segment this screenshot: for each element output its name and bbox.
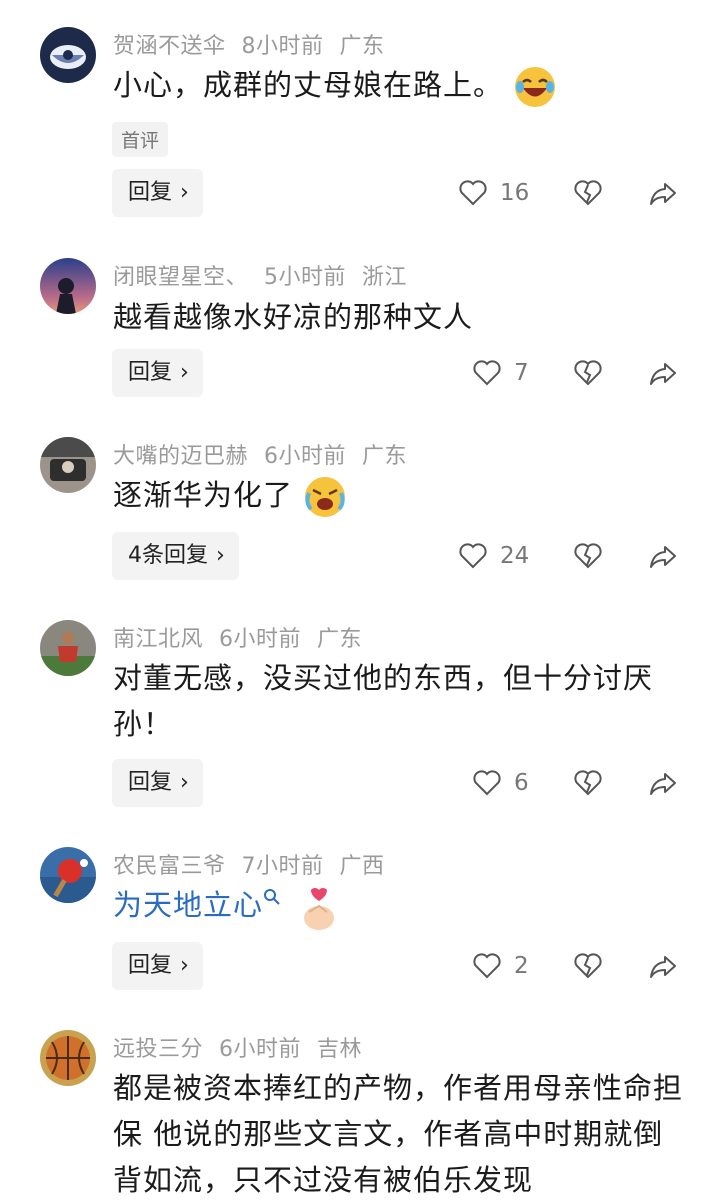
location: 广东 [362, 444, 408, 469]
reply-button[interactable]: 回复 › [112, 349, 203, 397]
location: 广西 [339, 854, 385, 879]
avatar[interactable] [40, 27, 96, 83]
timestamp: 6小时前 [219, 1037, 302, 1062]
reply-button[interactable]: 回复 › [112, 942, 203, 990]
username[interactable]: 南江北风 [113, 627, 203, 652]
broken-heart-icon[interactable] [573, 358, 603, 388]
share-icon[interactable] [648, 951, 678, 981]
finger-heart-emoji-icon [304, 888, 335, 930]
laughing-emoji-icon [515, 67, 556, 107]
share-icon[interactable] [648, 768, 678, 798]
first-comment-badge: 首评 [112, 122, 169, 157]
username[interactable]: 闭眼望星空、 [113, 265, 248, 290]
comment-meta: 大嘴的迈巴赫 6小时前 广东 [113, 438, 423, 470]
username[interactable]: 农民富三爷 [113, 854, 226, 879]
like-button[interactable]: 6 [472, 768, 529, 798]
username[interactable]: 大嘴的迈巴赫 [113, 444, 248, 469]
location: 吉林 [317, 1037, 363, 1062]
like-button[interactable]: 2 [472, 951, 529, 981]
comment-text: 对董无感，没买过他的东西，但十分讨厌孙！ [113, 661, 654, 741]
comment-text: 逐渐华为化了 [113, 472, 693, 519]
heart-icon [473, 770, 501, 796]
chevron-right-icon: › [180, 180, 189, 205]
chevron-right-icon: › [180, 770, 189, 795]
timestamp: 6小时前 [219, 627, 302, 652]
reply-button[interactable]: 回复 › [112, 759, 203, 807]
avatar[interactable] [40, 258, 96, 314]
avatar[interactable] [40, 437, 96, 493]
comment-text: 小心，成群的丈母娘在路上。 [113, 62, 693, 109]
location: 浙江 [362, 265, 408, 290]
like-count: 7 [514, 360, 529, 386]
chevron-right-icon: › [180, 953, 189, 978]
broken-heart-icon[interactable] [573, 951, 603, 981]
search-link[interactable]: 为天地立心 [113, 888, 263, 922]
username[interactable]: 贺涵不送伞 [113, 34, 226, 59]
avatar[interactable] [40, 620, 96, 676]
comment-text: 越看越像水好凉的那种文人 [113, 300, 474, 334]
broken-heart-icon[interactable] [573, 768, 603, 798]
like-count: 6 [514, 770, 529, 796]
like-button[interactable]: 24 [458, 541, 529, 571]
heart-icon [459, 180, 487, 206]
like-count: 24 [500, 543, 530, 569]
heart-icon [473, 953, 501, 979]
comment-meta: 闭眼望星空、 5小时前 浙江 [113, 259, 423, 291]
comment-text: 都是被资本捧红的产物，作者用母亲性命担保 他说的那些文言文，作者高中时期就倒背如… [113, 1071, 684, 1197]
like-count: 2 [514, 953, 529, 979]
heart-icon [459, 543, 487, 569]
location: 广东 [317, 627, 363, 652]
like-button[interactable]: 16 [458, 178, 529, 208]
chevron-right-icon: › [180, 360, 189, 385]
share-icon[interactable] [648, 541, 678, 571]
avatar[interactable] [40, 847, 96, 903]
crying-laughing-emoji-icon [305, 477, 346, 517]
comment-meta: 远投三分 6小时前 吉林 [113, 1031, 378, 1063]
replies-button[interactable]: 4条回复 › [112, 532, 239, 580]
location: 广东 [339, 34, 385, 59]
comment-meta: 农民富三爷 7小时前 广西 [113, 848, 401, 880]
reply-button[interactable]: 回复 › [112, 169, 203, 217]
broken-heart-icon[interactable] [573, 541, 603, 571]
search-icon[interactable] [263, 888, 281, 906]
timestamp: 5小时前 [264, 265, 347, 290]
like-count: 16 [500, 180, 530, 206]
username[interactable]: 远投三分 [113, 1037, 203, 1062]
heart-icon [473, 360, 501, 386]
chevron-right-icon: › [216, 543, 225, 568]
share-icon[interactable] [648, 178, 678, 208]
avatar[interactable] [40, 1030, 96, 1086]
share-icon[interactable] [648, 358, 678, 388]
comment-meta: 贺涵不送伞 8小时前 广东 [113, 28, 401, 60]
timestamp: 6小时前 [264, 444, 347, 469]
like-button[interactable]: 7 [472, 358, 529, 388]
comment-text: 为天地立心 [113, 882, 693, 932]
timestamp: 7小时前 [241, 854, 324, 879]
timestamp: 8小时前 [241, 34, 324, 59]
comment-meta: 南江北风 6小时前 广东 [113, 621, 378, 653]
broken-heart-icon[interactable] [573, 178, 603, 208]
